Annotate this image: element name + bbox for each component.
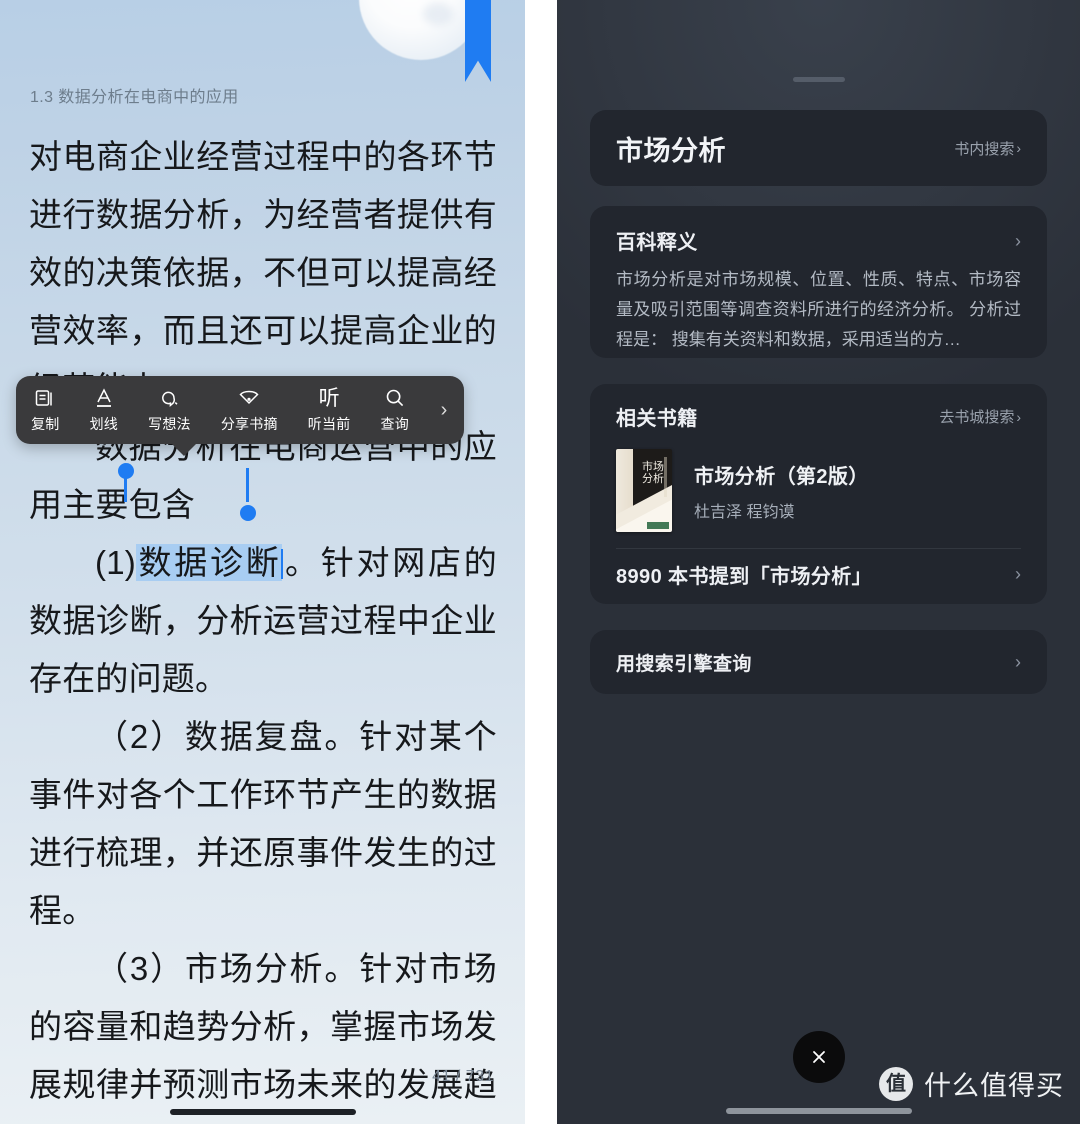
ebook-reader-panel: 1.3 数据分析在电商中的应用 对电商企业经营过程中的各环节进行数据分析，为经营… (0, 0, 525, 1124)
dictionary-sheet-panel: 市场分析 书内搜索 › 百科释义 › 市场分析是对市场规模、位置、性质、特点、市… (557, 0, 1080, 1124)
text-selection-toolbar: 复制 划线 写想法 分享书摘 听 听当前 查询 › (16, 376, 464, 444)
listen-icon-glyph: 听 (318, 386, 340, 410)
toolbar-item-write-idea[interactable]: 写想法 (133, 376, 206, 444)
book-cover-thumbnail: 市场分析 (616, 449, 672, 532)
sheet-drag-handle[interactable] (792, 77, 845, 82)
chevron-right-icon: › (1016, 408, 1021, 425)
encyclopedia-card[interactable]: 百科释义 › 市场分析是对市场规模、位置、性质、特点、市场容量及吸引范围等调查资… (590, 206, 1047, 358)
close-button[interactable] (792, 1031, 845, 1083)
search-engine-card[interactable]: 用搜索引擎查询 › (590, 630, 1047, 694)
toolbar-item-copy[interactable]: 复制 (16, 376, 75, 444)
watermark: 值 什么值得买 (879, 1064, 1064, 1103)
in-book-search-label: 书内搜索 (954, 140, 1015, 158)
mention-count-row[interactable]: 8990 本书提到「市场分析」 › (616, 549, 1021, 599)
mention-count-label: 8990 本书提到「市场分析」 (616, 565, 873, 588)
toolbar-label-underline: 划线 (89, 416, 118, 432)
underline-icon (93, 386, 115, 410)
listen-icon: 听 (319, 386, 340, 410)
paragraph-3-prefix: (1) (95, 544, 136, 581)
book-cover-title: 市场分析 (642, 461, 664, 485)
book-cover-publisher-mark (647, 522, 669, 529)
related-books-header: 相关书籍 去书城搜索 › (616, 402, 1021, 431)
chapter-heading: 1.3 数据分析在电商中的应用 (30, 89, 239, 106)
home-indicator-right (725, 1108, 912, 1114)
in-book-search-link[interactable]: 书内搜索 › (954, 138, 1021, 159)
paragraph-4: （2）数据复盘。针对某个事件对各个工作环节产生的数据进行梳理，并还原事件发生的过… (29, 718, 497, 929)
related-books-card: 相关书籍 去书城搜索 › 市场分析 市场分析（第2版） 杜吉泽 程钧谟 8990… (590, 384, 1047, 604)
smzdm-logo-icon: 值 (879, 1066, 913, 1101)
book-body-text[interactable]: 对电商企业经营过程中的各环节进行数据分析，为经营者提供有效的决策依据，不但可以提… (29, 128, 497, 1124)
book-list-item[interactable]: 市场分析 市场分析（第2版） 杜吉泽 程钧谟 (616, 449, 1021, 532)
encyclopedia-body: 市场分析是对市场规模、位置、性质、特点、市场容量及吸引范围等调查资料所进行的经济… (616, 270, 1021, 349)
book-authors: 杜吉泽 程钧谟 (694, 503, 795, 521)
chevron-right-icon: › (1015, 564, 1021, 584)
chevron-right-icon: › (1015, 652, 1021, 672)
term-header-card: 市场分析 书内搜索 › (590, 110, 1047, 186)
encyclopedia-title: 百科释义 (616, 232, 698, 254)
toolbar-item-listen[interactable]: 听 听当前 (293, 376, 366, 444)
toolbar-more-chevron-icon[interactable]: › (424, 376, 464, 444)
paragraph-1: 对电商企业经营过程中的各环节进行数据分析，为经营者提供有效的决策依据，不但可以提… (29, 138, 497, 407)
book-cover-side-text (664, 457, 667, 497)
toolbar-label-share-excerpt: 分享书摘 (220, 416, 278, 432)
toolbar-label-listen: 听当前 (307, 416, 351, 432)
selection-handle-end-stem (246, 468, 249, 502)
selected-text[interactable]: 数据诊断 (135, 544, 282, 581)
toolbar-item-query[interactable]: 查询 (365, 376, 424, 444)
toolbar-item-share-excerpt[interactable]: 分享书摘 (206, 376, 293, 444)
toolbar-label-write-idea: 写想法 (148, 416, 191, 432)
paragraph-5: （3）市场分析。针对市场的容量和趋势分析，掌握市场发展规律并预测市场未来的发展趋… (29, 950, 497, 1103)
search-icon (384, 386, 406, 410)
copy-icon (34, 386, 56, 410)
selection-handle-end[interactable] (240, 505, 256, 521)
encyclopedia-header: 百科释义 › (616, 226, 1021, 255)
moon-illustration (359, 0, 483, 60)
book-title: 市场分析（第2版） (694, 465, 869, 488)
paragraph-3-selected[interactable]: (1)数据诊断。针对网店的数据诊断，分析运营过程中企业存在的问题。 (29, 534, 497, 708)
toolbar-item-underline[interactable]: 划线 (75, 376, 134, 444)
toolbar-label-copy: 复制 (31, 416, 60, 432)
term-title: 市场分析 (616, 135, 726, 166)
selection-handle-start[interactable] (118, 463, 134, 479)
bookstore-search-label: 去书城搜索 (939, 409, 1015, 426)
watermark-text: 什么值得买 (924, 1071, 1064, 1101)
related-books-title: 相关书籍 (616, 408, 698, 430)
toolbar-pointer-arrow (171, 443, 197, 456)
bookmark-ribbon-icon[interactable] (465, 0, 491, 82)
thought-bubble-icon (158, 386, 180, 410)
chevron-right-icon[interactable]: › (1015, 232, 1021, 250)
home-indicator-left (169, 1109, 356, 1115)
chevron-right-icon: › (1016, 140, 1021, 156)
bookstore-search-link[interactable]: 去书城搜索 › (939, 406, 1021, 427)
share-excerpt-icon (237, 386, 261, 410)
book-meta: 市场分析（第2版） 杜吉泽 程钧谟 (694, 460, 869, 522)
search-engine-label: 用搜索引擎查询 (616, 653, 752, 675)
screenshot-root: 1.3 数据分析在电商中的应用 对电商企业经营过程中的各环节进行数据分析，为经营… (0, 0, 1080, 1124)
page-indicator: 41 / 731 (432, 1068, 494, 1085)
toolbar-label-query: 查询 (380, 416, 409, 432)
